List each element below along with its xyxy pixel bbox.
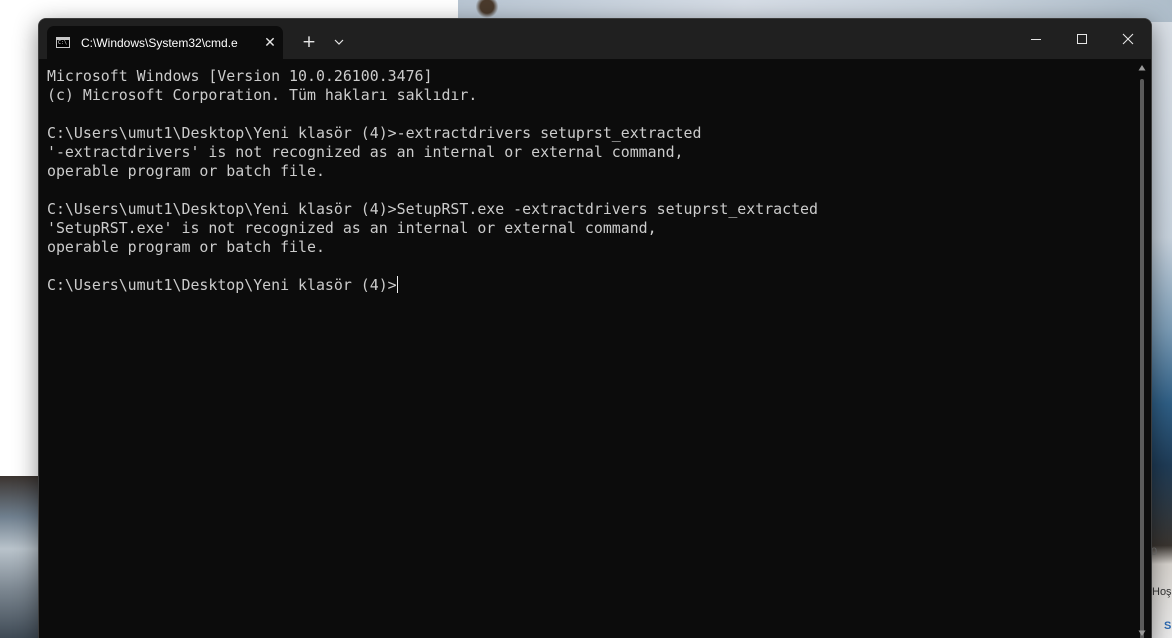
tab-title: C:\Windows\System32\cmd.e — [81, 36, 238, 50]
chevron-down-icon — [334, 39, 344, 45]
command-prompt: C:\Users\umut1\Desktop\Yeni klasör (4)> — [47, 276, 397, 294]
minimize-button[interactable] — [1013, 19, 1059, 59]
console-line: C:\Users\umut1\Desktop\Yeni klasör (4)>-… — [47, 124, 702, 142]
title-bar[interactable]: C:\Windows\System32\cmd.e ✕ + — [39, 19, 1151, 59]
new-tab-button[interactable]: + — [299, 32, 319, 52]
terminal-window: C:\Windows\System32\cmd.e ✕ + — [38, 18, 1152, 638]
tab-close-button[interactable]: ✕ — [260, 33, 280, 53]
console-line: operable program or batch file. — [47, 238, 325, 256]
console-line: '-extractdrivers' is not recognized as a… — [47, 143, 684, 161]
close-button[interactable] — [1105, 19, 1151, 59]
vertical-scrollbar[interactable] — [1135, 59, 1149, 638]
close-icon — [1122, 33, 1134, 45]
console-line: (c) Microsoft Corporation. Tüm hakları s… — [47, 86, 478, 104]
wallpaper-strip-left — [0, 476, 40, 638]
text-cursor — [396, 276, 398, 293]
console-line: C:\Users\umut1\Desktop\Yeni klasör (4)>S… — [47, 200, 818, 218]
minimize-icon — [1031, 39, 1041, 40]
scroll-down-arrow-icon[interactable] — [1138, 629, 1146, 637]
scrollbar-thumb[interactable] — [1140, 79, 1144, 638]
prompt-line[interactable]: C:\Users\umut1\Desktop\Yeni klasör (4)> — [47, 276, 1127, 295]
maximize-button[interactable] — [1059, 19, 1105, 59]
background-side-text: S — [1164, 620, 1172, 632]
console-line: operable program or batch file. — [47, 162, 325, 180]
tab-cmd[interactable]: C:\Windows\System32\cmd.e ✕ — [47, 26, 283, 59]
cmd-terminal-icon — [56, 37, 70, 48]
console-line: 'SetupRST.exe' is not recognized as an i… — [47, 219, 657, 237]
background-side-text: Hoş — [1152, 586, 1172, 598]
console-line: Microsoft Windows [Version 10.0.26100.34… — [47, 67, 433, 85]
scroll-up-arrow-icon[interactable] — [1138, 64, 1146, 72]
maximize-icon — [1077, 34, 1087, 44]
desktop: 0 Hoş S C:\Windows\System32\cmd.e ✕ + — [0, 0, 1172, 638]
console-output[interactable]: Microsoft Windows [Version 10.0.26100.34… — [47, 67, 1127, 637]
tab-dropdown-button[interactable] — [329, 32, 349, 52]
